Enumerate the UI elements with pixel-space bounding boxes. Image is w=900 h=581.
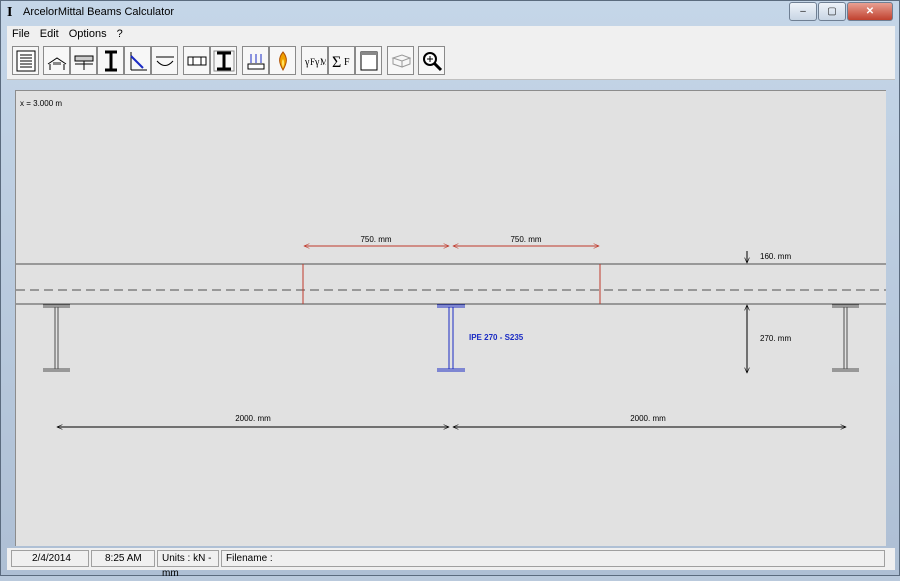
status-date: 2/4/2014	[11, 550, 89, 567]
svg-text:M: M	[320, 57, 326, 67]
dim-right-top-label: 750. mm	[510, 235, 541, 244]
list-icon	[16, 50, 35, 71]
status-time: 8:25 AM	[91, 550, 155, 567]
beam-icon	[104, 50, 117, 71]
left-support-beam	[43, 304, 70, 372]
section-icon	[213, 50, 234, 71]
status-filename: Filename :	[221, 550, 885, 567]
toolbar: γFγM ΣF	[7, 42, 895, 80]
section-button[interactable]	[210, 46, 237, 75]
status-filename-text: Filename :	[226, 553, 273, 564]
svg-text:Σ: Σ	[332, 54, 341, 71]
zoom-button[interactable]	[418, 46, 445, 75]
minimize-button[interactable]: –	[789, 2, 817, 21]
coefficients-button[interactable]: γFγM	[301, 46, 328, 75]
load-icon	[47, 56, 66, 70]
report-icon	[360, 51, 377, 70]
zoom-icon	[422, 51, 442, 71]
menu-bar: File Edit Options ?	[7, 26, 895, 42]
span-left-label: 2000. mm	[235, 414, 271, 423]
status-time-text: 8:25 AM	[105, 553, 142, 564]
beam-height-label: 270. mm	[760, 334, 791, 343]
svg-text:F: F	[344, 57, 350, 68]
close-button[interactable]: ✕	[847, 2, 893, 21]
load-button[interactable]	[43, 46, 70, 75]
span-right-label: 2000. mm	[630, 414, 666, 423]
sum-forces-button[interactable]: ΣF	[328, 46, 355, 75]
span-button[interactable]	[183, 46, 210, 75]
drawing-canvas[interactable]: x = 3.000 m 750. mm 750. mm IPE 270 - S2…	[15, 90, 886, 546]
app-window: I ArcelorMittal Beams Calculator – ▢ ✕ F…	[0, 0, 900, 579]
menu-file[interactable]: File	[7, 28, 35, 40]
list-button[interactable]	[12, 46, 39, 75]
menu-options[interactable]: Options	[64, 28, 112, 40]
3d-view-button[interactable]	[387, 46, 414, 75]
beam-button[interactable]	[97, 46, 124, 75]
beam-drawing: x = 3.000 m 750. mm 750. mm IPE 270 - S2…	[16, 99, 886, 546]
beam-profile-label: IPE 270 - S235	[469, 333, 524, 342]
title-bar[interactable]: I ArcelorMittal Beams Calculator – ▢ ✕	[1, 1, 899, 25]
stress-button[interactable]	[124, 46, 151, 75]
report-button[interactable]	[355, 46, 382, 75]
fire-button[interactable]	[269, 46, 296, 75]
3d-view-icon	[390, 53, 411, 68]
status-units-text: Units : kN - mm	[162, 553, 212, 579]
status-bar: 2/4/2014 8:25 AM Units : kN - mm Filenam…	[7, 548, 895, 579]
app-icon: I	[7, 5, 13, 20]
status-date-text: 2/4/2014	[32, 553, 71, 564]
deck-icon	[74, 55, 93, 70]
right-support-beam	[832, 304, 859, 372]
deflection-icon	[155, 56, 174, 66]
stacked-load-button[interactable]	[242, 46, 269, 75]
stacked-load-icon	[247, 53, 264, 69]
status-units: Units : kN - mm	[157, 550, 219, 579]
fire-icon	[278, 50, 287, 71]
center-beam	[437, 304, 465, 372]
sum-forces-icon: ΣF	[332, 54, 350, 71]
window-title: ArcelorMittal Beams Calculator	[23, 6, 174, 18]
dim-left-top-label: 750. mm	[360, 235, 391, 244]
slab-thickness-label: 160. mm	[760, 252, 791, 261]
deck-button[interactable]	[70, 46, 97, 75]
deflection-button[interactable]	[151, 46, 178, 75]
coefficients-icon: γFγM	[304, 57, 326, 68]
x-readout: x = 3.000 m	[20, 99, 62, 108]
span-icon	[187, 56, 206, 65]
maximize-button[interactable]: ▢	[818, 2, 846, 21]
menu-edit[interactable]: Edit	[35, 28, 64, 40]
menu-help[interactable]: ?	[112, 28, 128, 40]
stress-icon	[129, 51, 147, 70]
